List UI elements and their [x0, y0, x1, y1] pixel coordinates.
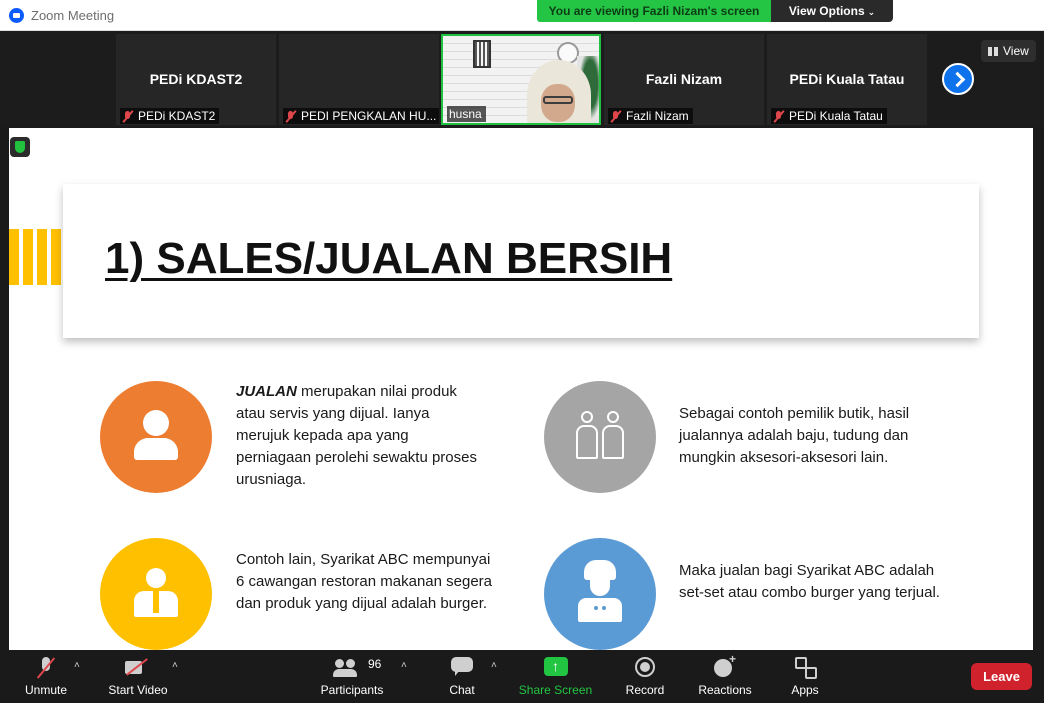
participants-label: Participants: [320, 683, 384, 697]
start-video-button[interactable]: Start Video: [104, 650, 172, 703]
participant-name-label: husna: [449, 107, 482, 121]
meeting-toolbar: Unmute ˄ Start Video ˄ Participants 96 ˄…: [0, 650, 1044, 703]
chat-label: Chat: [449, 683, 475, 697]
doll-head-shape: [607, 411, 619, 423]
chef-icon: [544, 538, 656, 650]
participant-name-label: PEDi KDAST2: [138, 109, 216, 123]
next-page-arrow-icon[interactable]: [942, 63, 974, 95]
person-head-shape: [143, 410, 169, 436]
participants-icon: [333, 657, 359, 677]
muted-microphone-icon: [39, 657, 53, 679]
doll-shape: [602, 411, 624, 461]
bookshelf-image: [473, 40, 491, 68]
video-off-icon: [125, 657, 151, 677]
participants-options-chevron-icon[interactable]: ˄: [401, 660, 407, 671]
reactions-button[interactable]: Reactions: [696, 650, 754, 703]
view-layout-button[interactable]: View: [981, 40, 1036, 62]
chat-button[interactable]: Chat: [442, 650, 482, 703]
muted-mic-icon: [773, 110, 785, 123]
record-icon: [635, 657, 655, 677]
view-layout-label: View: [1003, 44, 1029, 58]
slide-title-card: 1) SALES/JUALAN BERSIH: [63, 184, 979, 338]
participant-name-label: Fazli Nizam: [626, 109, 689, 123]
participant-display-name: PEDi KDAST2: [149, 71, 243, 87]
decorative-stripes: [9, 229, 63, 285]
view-options-label: View Options: [788, 4, 865, 18]
record-button[interactable]: Record: [622, 650, 668, 703]
slide-title: 1) SALES/JUALAN BERSIH: [105, 234, 673, 283]
muted-mic-icon: [610, 110, 622, 123]
chat-options-chevron-icon[interactable]: ˄: [491, 660, 497, 671]
leave-meeting-button[interactable]: Leave: [971, 663, 1032, 690]
unmute-label: Unmute: [24, 683, 68, 697]
participant-name-label: PEDi Kuala Tatau: [789, 109, 883, 123]
businessman-head-shape: [146, 568, 166, 588]
shared-screen-slide: 1) SALES/JUALAN BERSIH JUALAN merupakan …: [9, 128, 1033, 650]
chat-bubble-icon: [451, 657, 473, 677]
muted-mic-icon: [285, 110, 297, 123]
chevron-down-icon: ⌄: [867, 7, 876, 17]
slide-paragraph-boutique: Sebagai contoh pemilik butik, hasil jual…: [679, 405, 910, 466]
zoom-app-icon: [9, 8, 24, 23]
doll-body-shape: [576, 425, 598, 459]
participant-tile[interactable]: PEDI PENGKALAN HU...: [279, 34, 439, 125]
businessman-tie-shape: [153, 591, 159, 613]
view-options-button[interactable]: View Options ⌄: [771, 0, 893, 22]
doll-head-shape: [581, 411, 593, 423]
reactions-label: Reactions: [698, 683, 752, 697]
muted-mic-icon: [122, 110, 134, 123]
screen-share-banner: You are viewing Fazli Nizam's screen: [537, 0, 771, 22]
participant-display-name: Fazli Nizam: [645, 71, 723, 87]
reactions-icon: [714, 652, 736, 677]
slide-paragraph-jualan: JUALAN merupakan nilai produk atau servi…: [236, 381, 486, 491]
apps-label: Apps: [791, 683, 819, 697]
chef-button-dot: [602, 606, 606, 610]
record-label: Record: [625, 683, 665, 697]
share-screen-label: Share Screen: [518, 683, 593, 697]
participants-count: 96: [368, 657, 382, 671]
slide-paragraph-burger: Maka jualan bagi Syarikat ABC adalah set…: [679, 562, 940, 601]
chef-body-shape: [578, 598, 622, 622]
participant-display-name: PEDi Kuala Tatau: [789, 71, 905, 87]
window-title: Zoom Meeting: [31, 8, 115, 23]
shield-icon[interactable]: [10, 137, 30, 157]
grid-view-icon: [988, 47, 998, 56]
jualan-lead-word: JUALAN: [236, 383, 297, 400]
participant-strip: PEDi KDAST2 PEDi KDAST2 PEDI PENGKALAN H…: [0, 31, 1044, 127]
chef-hat-shape: [584, 560, 616, 580]
participant-video-tile[interactable]: husna: [441, 34, 601, 125]
doll-body-shape: [602, 425, 624, 459]
person-body-shape: [134, 438, 178, 460]
apps-icon: [795, 657, 817, 679]
participant-tile[interactable]: PEDi Kuala Tatau PEDi Kuala Tatau: [767, 34, 927, 125]
participant-name-label: PEDI PENGKALAN HU...: [301, 109, 437, 123]
share-screen-icon: [543, 657, 568, 676]
participant-name-tag: husna: [447, 106, 486, 122]
chef-button-dot: [594, 606, 598, 610]
participant-tile[interactable]: Fazli Nizam Fazli Nizam: [604, 34, 764, 125]
businessman-icon: [100, 538, 212, 650]
participant-name-tag: Fazli Nizam: [608, 108, 693, 124]
dolls-icon: [544, 381, 656, 493]
person-icon: [100, 381, 212, 493]
participant-name-tag: PEDi Kuala Tatau: [771, 108, 887, 124]
participant-name-tag: PEDI PENGKALAN HU...: [283, 108, 439, 124]
glasses-image: [543, 96, 573, 104]
participant-name-tag: PEDi KDAST2: [120, 108, 220, 124]
start-video-label: Start Video: [108, 683, 168, 697]
apps-button[interactable]: Apps: [785, 650, 825, 703]
slide-paragraph-company: Contoh lain, Syarikat ABC mempunyai 6 ca…: [236, 551, 492, 612]
unmute-button[interactable]: Unmute: [18, 650, 74, 703]
participant-tile[interactable]: PEDi KDAST2 PEDi KDAST2: [116, 34, 276, 125]
video-options-chevron-icon[interactable]: ˄: [172, 660, 178, 671]
share-screen-button[interactable]: Share Screen: [518, 650, 593, 703]
chef-head-shape: [590, 580, 610, 596]
audio-options-chevron-icon[interactable]: ˄: [74, 660, 80, 671]
doll-shape: [576, 411, 598, 461]
